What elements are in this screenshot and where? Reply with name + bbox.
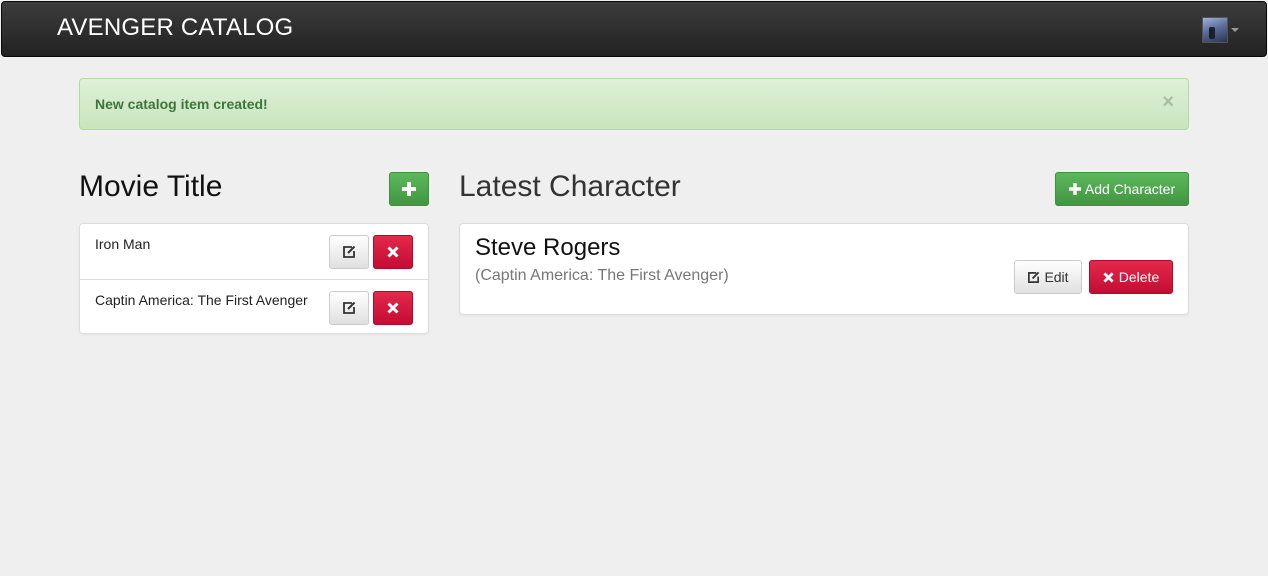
edit-icon [1027, 271, 1040, 284]
character-name: Steve Rogers [475, 234, 621, 261]
list-item[interactable]: Iron Man [80, 224, 428, 279]
latest-character-heading: Latest Character [459, 170, 681, 203]
list-item[interactable]: Captin America: The First Avenger [80, 279, 428, 334]
plus-icon [402, 182, 416, 196]
brand-title[interactable]: AVENGER CATALOG [57, 14, 293, 42]
success-alert: New catalog item created! × [79, 78, 1189, 130]
add-character-button[interactable]: Add Character [1055, 172, 1189, 206]
alert-close-button[interactable]: × [1162, 92, 1174, 112]
movie-list: Iron Man Captin America: The First Aveng… [79, 223, 429, 334]
add-movie-button[interactable] [389, 172, 429, 206]
latest-character-card: Steve Rogers (Captin America: The First … [459, 223, 1189, 315]
add-character-label: Add Character [1084, 181, 1176, 197]
movie-title[interactable]: Iron Man [95, 236, 150, 252]
plus-icon [1068, 183, 1081, 195]
user-avatar[interactable] [1202, 17, 1228, 43]
edit-icon [342, 245, 356, 259]
delete-movie-button[interactable] [373, 291, 413, 325]
delete-movie-button[interactable] [373, 235, 413, 269]
edit-icon [342, 301, 356, 315]
character-movie: (Captin America: The First Avenger) [475, 267, 729, 284]
movie-list-heading: Movie Title [79, 170, 223, 203]
edit-character-button[interactable]: Edit [1014, 260, 1082, 294]
user-menu-caret-icon[interactable] [1231, 28, 1239, 32]
movie-title[interactable]: Captin America: The First Avenger [95, 292, 308, 308]
delete-label: Delete [1118, 269, 1160, 285]
remove-icon [387, 246, 399, 258]
remove-icon [387, 302, 399, 314]
remove-icon [1103, 271, 1114, 283]
top-navbar: AVENGER CATALOG [1, 1, 1267, 57]
edit-label: Edit [1044, 269, 1069, 285]
delete-character-button[interactable]: Delete [1089, 260, 1173, 294]
alert-message: New catalog item created! [95, 96, 268, 112]
edit-movie-button[interactable] [329, 291, 369, 325]
edit-movie-button[interactable] [329, 235, 369, 269]
